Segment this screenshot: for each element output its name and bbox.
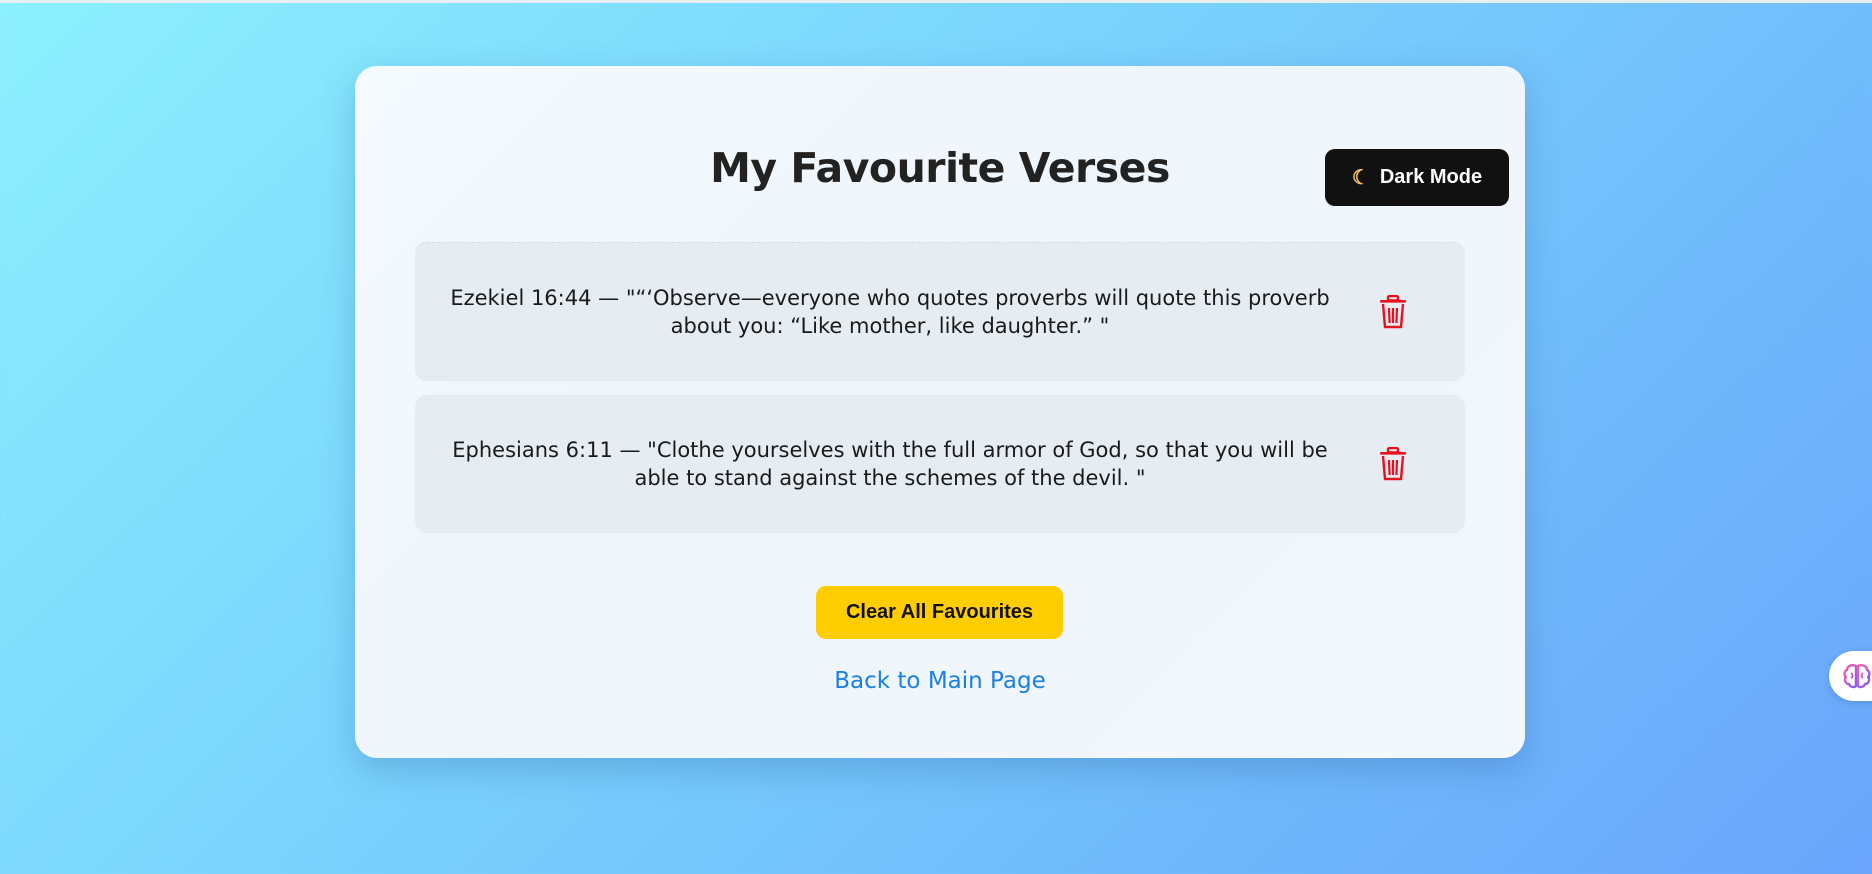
verse-text: Ezekiel 16:44 — "“‘Observe—everyone who … (450, 286, 1330, 338)
verse-item: Ephesians 6:11 — "Clothe yourselves with… (415, 395, 1465, 533)
trash-icon[interactable] (1378, 447, 1408, 481)
favourites-card: ☾ Dark Mode My Favourite Verses Ezekiel … (355, 66, 1525, 758)
verse-text: Ephesians 6:11 — "Clothe yourselves with… (452, 438, 1328, 490)
verse-item: Ezekiel 16:44 — "“‘Observe—everyone who … (415, 242, 1465, 381)
back-to-main-link[interactable]: Back to Main Page (355, 668, 1525, 694)
top-border (0, 0, 1872, 3)
page-title: My Favourite Verses (710, 144, 1170, 192)
trash-icon[interactable] (1378, 295, 1408, 329)
extension-widget[interactable] (1829, 651, 1872, 701)
brain-icon (1843, 664, 1871, 689)
clear-all-button[interactable]: Clear All Favourites (816, 586, 1063, 639)
